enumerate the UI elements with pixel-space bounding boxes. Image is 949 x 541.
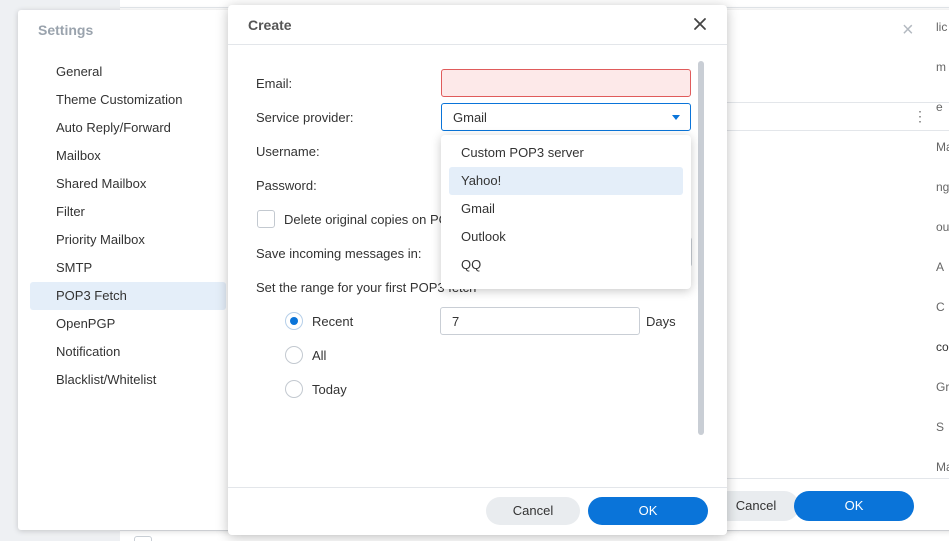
pane-text-fragment: Ma: [936, 140, 949, 154]
settings-ok-button[interactable]: OK: [794, 491, 914, 521]
settings-item-auto-reply-forward[interactable]: Auto Reply/Forward: [30, 114, 226, 142]
settings-item-priority-mailbox[interactable]: Priority Mailbox: [30, 226, 226, 254]
radio-recent-label: Recent: [312, 314, 354, 329]
provider-option-qq[interactable]: QQ: [449, 251, 683, 279]
dialog-scrollbar[interactable]: [698, 61, 704, 435]
provider-option-gmail[interactable]: Gmail: [449, 195, 683, 223]
close-icon[interactable]: [690, 14, 710, 34]
provider-option-custom-pop3[interactable]: Custom POP3 server: [449, 139, 683, 167]
delete-copies-checkbox[interactable]: [257, 210, 275, 228]
pane-text-fragment: e: [936, 100, 943, 114]
service-provider-value: Gmail: [453, 110, 487, 125]
create-dialog: Create Email: Service provider: Gmail Us…: [228, 5, 727, 535]
settings-item-general[interactable]: General: [30, 58, 226, 86]
radio-today[interactable]: [285, 380, 303, 398]
email-field[interactable]: [441, 69, 691, 97]
settings-item-openpgp[interactable]: OpenPGP: [30, 310, 226, 338]
pane-text-fragment: co: [936, 340, 949, 354]
pane-text-fragment: our: [936, 220, 949, 234]
settings-item-filter[interactable]: Filter: [30, 198, 226, 226]
pane-text-fragment: lic: [936, 20, 948, 34]
radio-today-label: Today: [312, 382, 347, 397]
days-value: 7: [452, 314, 460, 329]
pane-text-fragment: S: [936, 420, 945, 434]
pane-text-fragment: m: [936, 60, 946, 74]
settings-item-smtp[interactable]: SMTP: [30, 254, 226, 282]
settings-item-pop3-fetch[interactable]: POP3 Fetch: [30, 282, 226, 310]
settings-item-blacklist-whitelist[interactable]: Blacklist/Whitelist: [30, 366, 226, 394]
pane-divider: [723, 102, 949, 103]
settings-title: Settings: [38, 22, 94, 38]
ok-button[interactable]: OK: [588, 497, 708, 525]
service-provider-dropdown: Custom POP3 server Yahoo! Gmail Outlook …: [441, 135, 691, 289]
provider-option-yahoo[interactable]: Yahoo!: [449, 167, 683, 195]
background-checkbox: [134, 536, 152, 541]
password-label: Password:: [256, 178, 317, 193]
radio-all-label: All: [312, 348, 327, 363]
pane-text-fragment: C: [936, 300, 945, 314]
days-input[interactable]: 7: [440, 307, 640, 335]
settings-item-theme-customization[interactable]: Theme Customization: [30, 86, 226, 114]
username-label: Username:: [256, 144, 320, 159]
service-provider-label: Service provider:: [256, 110, 354, 125]
pane-divider: [723, 478, 949, 479]
pane-divider: [723, 130, 949, 131]
save-in-label: Save incoming messages in:: [256, 246, 422, 261]
email-label: Email:: [256, 76, 293, 91]
days-unit-label: Days: [646, 314, 676, 329]
settings-nav: General Theme Customization Auto Reply/F…: [30, 58, 226, 394]
more-options-icon[interactable]: ⋮: [913, 108, 927, 125]
provider-option-outlook[interactable]: Outlook: [449, 223, 683, 251]
pane-text-fragment: Gre: [936, 380, 949, 394]
settings-item-mailbox[interactable]: Mailbox: [30, 142, 226, 170]
dialog-header-divider: [228, 44, 727, 45]
dialog-title: Create: [248, 17, 292, 33]
settings-item-notification[interactable]: Notification: [30, 338, 226, 366]
settings-content-pane: ⋮ lic m e Ma ng our A C co Gre S Ma Canc…: [713, 10, 949, 530]
pane-text-fragment: ng: [936, 180, 949, 194]
radio-all[interactable]: [285, 346, 303, 364]
chevron-down-icon: [672, 115, 680, 120]
pane-text-fragment: A: [936, 260, 945, 274]
pane-text-fragment: Ma: [936, 460, 949, 474]
cancel-button[interactable]: Cancel: [486, 497, 580, 525]
service-provider-select[interactable]: Gmail: [441, 103, 691, 131]
radio-recent[interactable]: [285, 312, 303, 330]
dialog-footer-divider: [228, 487, 727, 488]
settings-item-shared-mailbox[interactable]: Shared Mailbox: [30, 170, 226, 198]
